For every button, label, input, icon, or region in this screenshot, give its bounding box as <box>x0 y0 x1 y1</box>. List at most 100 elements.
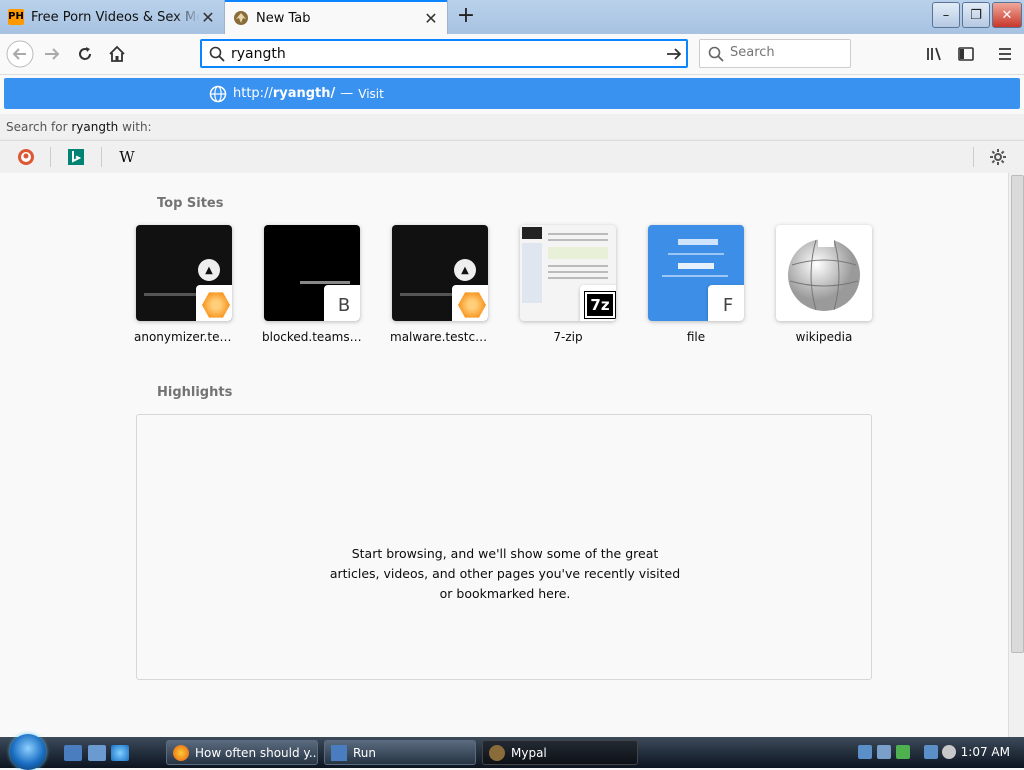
search-for-term: ryangth <box>71 120 119 134</box>
switch-windows-icon[interactable] <box>88 745 106 761</box>
tab-close-icon[interactable]: ✕ <box>423 9 439 28</box>
autocomplete-url-prefix: http:// <box>233 86 273 101</box>
home-button[interactable] <box>103 40 131 68</box>
mypal-favicon-icon <box>233 10 249 26</box>
search-bar[interactable] <box>699 39 851 68</box>
taskbar-item-run[interactable]: Run <box>324 740 476 765</box>
mypal-icon <box>489 744 505 761</box>
search-for-row: Search for ryangth with: <box>0 114 1024 140</box>
reload-icon <box>79 47 91 60</box>
sidebar-icon <box>958 47 974 61</box>
site-label: malware.testcat... <box>390 330 490 344</box>
task-label: Mypal <box>511 745 547 760</box>
tab-close-icon[interactable]: ✕ <box>200 8 216 27</box>
search-icon <box>708 46 724 62</box>
upload-icon: ▲ <box>454 259 476 281</box>
site-badge-hex-icon <box>452 285 488 321</box>
menu-button[interactable] <box>991 40 1019 68</box>
wikipedia-icon[interactable]: W <box>117 147 137 167</box>
highlights-empty-box: Start browsing, and we'll show some of t… <box>136 414 872 680</box>
tray-display-icon[interactable] <box>924 745 938 759</box>
autocomplete-url-bold: ryangth/ <box>272 86 336 101</box>
site-label: blocked.teams.c... <box>262 330 362 344</box>
library-button[interactable] <box>920 40 948 68</box>
taskbar-item-browser[interactable]: How often should y... <box>166 740 318 765</box>
taskbar-item-mypal[interactable]: Mypal <box>482 740 638 765</box>
vertical-scrollbar[interactable] <box>1008 173 1024 737</box>
site-label: file <box>686 330 706 344</box>
hamburger-menu-icon <box>999 48 1011 60</box>
7zip-badge-text: 7z <box>584 291 616 319</box>
search-icon <box>209 46 225 62</box>
pornhub-favicon-icon: PH <box>8 9 24 25</box>
top-site-wikipedia[interactable]: wikipedia <box>776 225 872 344</box>
search-for-suffix: with: <box>118 120 152 134</box>
search-settings-gear-icon[interactable] <box>988 147 1008 167</box>
tray-update-icon[interactable] <box>896 745 910 759</box>
tab-new-tab[interactable]: New Tab ✕ <box>225 0 447 34</box>
highlights-empty-message: Start browsing, and we'll show some of t… <box>329 546 681 601</box>
new-tab-button[interactable]: + <box>452 3 480 31</box>
top-site-anonymizer[interactable]: ▲ anonymizer.test... <box>134 225 234 344</box>
forward-button[interactable] <box>38 40 66 68</box>
bing-icon[interactable] <box>66 147 86 167</box>
scrollbar-thumb[interactable] <box>1011 175 1024 653</box>
windows-taskbar: How often should y... Run Mypal 1:07 AM <box>0 734 1024 770</box>
tray-network-icon[interactable] <box>858 745 872 759</box>
home-icon <box>109 45 125 62</box>
url-bar[interactable] <box>200 39 688 68</box>
sidebar-button[interactable] <box>952 40 980 68</box>
top-site-7zip[interactable]: 7z 7-zip <box>520 225 616 344</box>
maximize-button[interactable]: ❐ <box>962 2 990 28</box>
site-thumbnail: 7z <box>520 225 616 321</box>
tray-security-icon[interactable] <box>877 745 891 759</box>
site-thumbnail: B <box>264 225 360 321</box>
autocomplete-dash: — <box>340 86 354 101</box>
show-desktop-icon[interactable] <box>64 745 82 761</box>
run-icon <box>331 744 347 761</box>
back-button[interactable] <box>6 40 34 68</box>
one-off-search-engines: W <box>0 140 1024 174</box>
library-icon <box>927 47 941 61</box>
site-badge: F <box>708 285 744 321</box>
site-label: 7-zip <box>553 330 583 344</box>
reload-button[interactable] <box>71 40 99 68</box>
task-label: Run <box>353 745 377 760</box>
site-label: anonymizer.test... <box>134 330 234 344</box>
top-site-file[interactable]: F file <box>648 225 744 344</box>
minimize-button[interactable]: – <box>932 2 960 28</box>
system-tray: 1:07 AM <box>852 737 1024 768</box>
window-controls: – ❐ ✕ <box>932 2 1022 28</box>
firefox-icon <box>173 744 189 761</box>
site-thumbnail <box>776 225 872 321</box>
search-for-prefix: Search for <box>6 120 72 134</box>
tab-title: New Tab <box>256 10 311 26</box>
site-thumbnail: F <box>648 225 744 321</box>
site-badge-hex-icon <box>196 285 232 321</box>
navigation-toolbar <box>0 34 1024 75</box>
internet-explorer-icon[interactable] <box>111 745 129 761</box>
go-arrow-icon[interactable] <box>665 45 683 63</box>
site-thumbnail: ▲ <box>392 225 488 321</box>
duckduckgo-icon[interactable] <box>16 147 36 167</box>
autocomplete-visit-row[interactable]: http://ryangth/ — Visit <box>4 78 1020 109</box>
7zip-badge-icon: 7z <box>580 285 616 321</box>
clock[interactable]: 1:07 AM <box>961 745 1010 759</box>
new-tab-page: Top Sites ▲ anonymizer.test... B blocked… <box>0 173 1008 737</box>
wikipedia-globe-icon <box>788 237 860 311</box>
globe-icon <box>209 85 227 102</box>
site-badge: B <box>324 285 360 321</box>
close-window-button[interactable]: ✕ <box>992 2 1022 28</box>
tray-volume-muted-icon[interactable] <box>942 745 956 759</box>
tab-free-porn-videos[interactable]: PH Free Porn Videos & Sex Movies ✕ <box>0 0 224 34</box>
highlights-title: Highlights <box>157 385 233 400</box>
top-sites-title: Top Sites <box>157 196 224 211</box>
search-input[interactable] <box>730 45 840 60</box>
tab-title: Free Porn Videos & Sex Movies <box>31 9 200 25</box>
autocomplete-action: Visit <box>358 86 384 101</box>
url-input[interactable] <box>231 44 651 64</box>
start-button[interactable] <box>10 734 46 770</box>
top-site-malware-testcat[interactable]: ▲ malware.testcat... <box>390 225 490 344</box>
forward-arrow-icon <box>45 48 60 60</box>
top-site-blocked-teams[interactable]: B blocked.teams.c... <box>262 225 362 344</box>
